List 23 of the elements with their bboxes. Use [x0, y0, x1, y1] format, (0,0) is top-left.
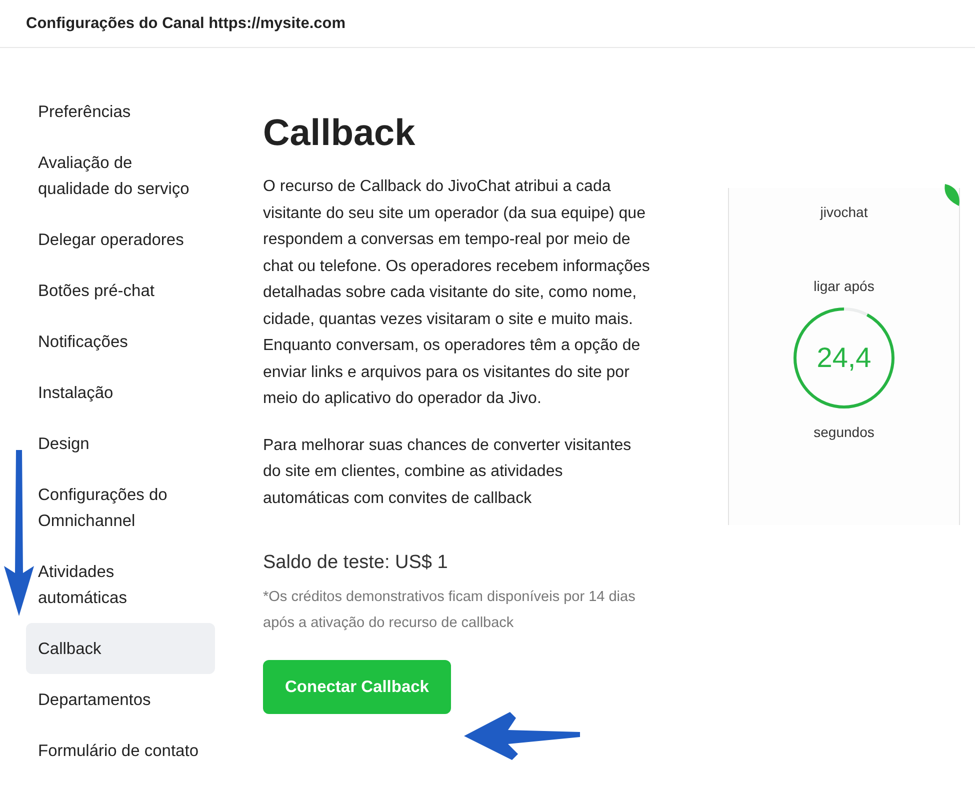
- sidebar-item[interactable]: Configurações do Omnichannel: [26, 469, 215, 546]
- sidebar-item[interactable]: Botões pré-chat: [26, 265, 215, 316]
- balance-text: Saldo de teste: US$ 1: [263, 552, 449, 574]
- sidebar-item[interactable]: Callback: [26, 623, 215, 674]
- sidebar-item[interactable]: Delegar operadores: [26, 214, 215, 265]
- sidebar-item[interactable]: Preferências: [26, 86, 215, 137]
- caption-text: ligar após: [814, 278, 874, 294]
- timer-value: 24,4: [816, 342, 872, 374]
- brand-logo: jivochat: [820, 204, 868, 220]
- description-paragraph: O recurso de Callback do JivoChat atribui a cada visitante do seu site um operador (da sua equipe) que respondem a conversas em tempo-real por meio de chat ou telefone. Os operadores recebem informações detalhadas sobre cada visitante do site, como nome, cidade, quantas vezes visitaram o site e muito mais. Enquanto conversam, os operadores têm a opção de enviar links e arquivos para os visitantes do site por meio do aplicativo do operador da Jivo.: [263, 177, 651, 409]
- leaf-icon: [943, 184, 961, 208]
- note-text: *Os créditos demonstrativos ficam disponíveis por 14 dias após a ativação do recurso de callback: [263, 588, 636, 633]
- sidebar-item[interactable]: Departamentos: [26, 674, 215, 725]
- sidebar-item[interactable]: Avaliação de qualidade do serviço: [26, 137, 215, 214]
- description-paragraph: Para melhorar suas chances de converter visitantes do site em clientes, combine as atividades automáticas com convites de callback: [263, 436, 632, 508]
- page-title: Configurações do Canal https://mysite.com: [26, 14, 346, 32]
- sidebar-item[interactable]: Notificações: [26, 316, 215, 367]
- sidebar-item[interactable]: Instalação: [26, 367, 215, 418]
- section-title: Callback: [263, 112, 416, 154]
- sidebar-item[interactable]: Formulário de contato: [26, 725, 215, 776]
- sidebar-item[interactable]: Atividades automáticas: [26, 546, 215, 623]
- sidebar-item[interactable]: Design: [26, 418, 215, 469]
- caption-text: segundos: [814, 424, 874, 440]
